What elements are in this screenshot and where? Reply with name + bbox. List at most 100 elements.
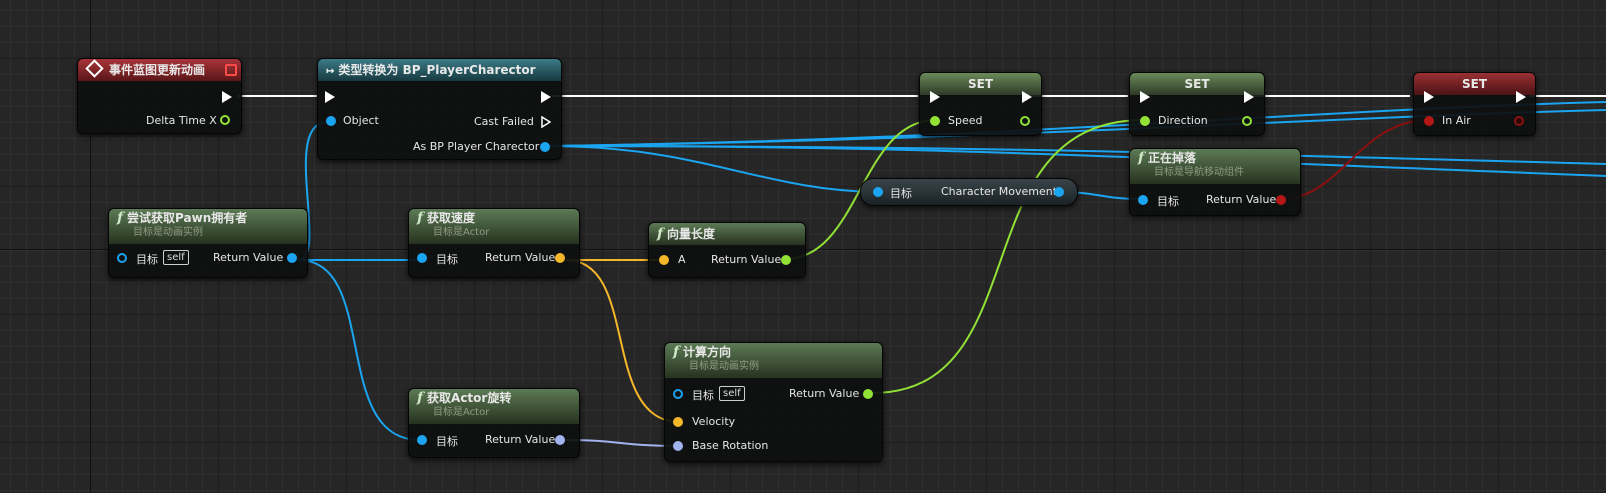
base-rotation-pin[interactable] <box>673 441 683 451</box>
exec-in-pin[interactable] <box>1140 91 1150 103</box>
set-speed-title: SET <box>967 77 994 91</box>
in-air-label: In Air <box>1442 114 1471 127</box>
try-get-pawn-node[interactable]: f 尝试获取Pawn拥有者 目标是动画实例 目标 self Return Valu… <box>108 208 308 278</box>
vector-wire <box>565 259 681 423</box>
object-label: Object <box>343 114 379 127</box>
try-get-pawn-header: f 尝试获取Pawn拥有者 目标是动画实例 <box>109 209 307 244</box>
set-inair-node[interactable]: SET In Air <box>1413 72 1536 136</box>
target-pin[interactable] <box>417 253 427 263</box>
target-label: 目标 <box>890 187 912 200</box>
calc-direction-subtitle: 目标是动画实例 <box>689 361 759 372</box>
as-player-label: As BP Player Charector <box>413 140 540 153</box>
target-pin[interactable] <box>117 253 127 263</box>
target-pin[interactable] <box>417 435 427 445</box>
vector-length-node[interactable]: f 向量长度 A Return Value <box>648 222 806 278</box>
delta-time-label: Delta Time X <box>146 114 217 127</box>
rotator-wire <box>565 439 681 447</box>
function-icon: f <box>417 210 424 226</box>
self-badge: self <box>719 386 745 401</box>
get-rotation-header: f 获取Actor旋转 目标是Actor <box>409 389 579 424</box>
float-wire <box>871 119 1145 394</box>
delta-time-pin[interactable] <box>220 115 230 125</box>
cast-failed-label: Cast Failed <box>474 115 534 128</box>
function-icon: f <box>673 344 680 360</box>
exec-in-pin[interactable] <box>930 91 940 103</box>
function-icon: f <box>417 390 424 406</box>
exec-in-pin[interactable] <box>325 91 335 103</box>
target-pin[interactable] <box>1138 195 1148 205</box>
get-rotation-node[interactable]: f 获取Actor旋转 目标是Actor 目标 Return Value <box>408 388 580 458</box>
return-value-label: Return Value <box>1206 193 1277 206</box>
is-falling-node[interactable]: f 正在掉落 目标是导航移动组件 目标 Return Value <box>1129 148 1301 216</box>
exec-out-pin[interactable] <box>222 91 232 103</box>
cast-node[interactable]: ↦ 类型转换为 BP_PlayerCharector Object Cast Fa… <box>317 58 562 160</box>
get-velocity-node[interactable]: f 获取速度 目标是Actor 目标 Return Value <box>408 208 580 278</box>
exec-in-pin[interactable] <box>1424 91 1434 103</box>
as-player-pin[interactable] <box>540 142 550 152</box>
return-value-label: Return Value <box>485 433 556 446</box>
return-value-pin[interactable] <box>555 253 565 263</box>
return-value-label: Return Value <box>485 251 556 264</box>
object-wire <box>297 259 421 441</box>
object-pin[interactable] <box>326 116 336 126</box>
diamond-icon <box>85 59 104 78</box>
get-velocity-subtitle: 目标是Actor <box>433 227 490 238</box>
try-get-pawn-subtitle: 目标是动画实例 <box>133 227 203 238</box>
function-icon: f <box>117 210 124 226</box>
target-label: 目标 <box>692 389 714 402</box>
vector-length-header: f 向量长度 <box>649 223 805 245</box>
cast-arrow-icon: ↦ <box>326 66 335 77</box>
a-pin[interactable] <box>659 255 669 265</box>
get-rotation-subtitle: 目标是Actor <box>433 407 490 418</box>
event-node[interactable]: 事件蓝图更新动画 Delta Time X <box>77 58 242 134</box>
calc-direction-title: 计算方向 <box>683 345 732 359</box>
cast-failed-pin[interactable] <box>541 115 552 129</box>
target-label: 目标 <box>436 435 458 448</box>
character-movement-out-pin[interactable] <box>1054 187 1064 197</box>
in-air-pin[interactable] <box>1424 116 1434 126</box>
set-direction-node[interactable]: SET Direction <box>1129 72 1265 136</box>
get-velocity-title: 获取速度 <box>427 211 476 225</box>
exec-out-pin[interactable] <box>1244 91 1254 103</box>
return-value-label: Return Value <box>711 253 782 266</box>
return-value-pin[interactable] <box>287 253 297 263</box>
target-label: 目标 <box>136 253 158 266</box>
direction-out-pin[interactable] <box>1242 116 1252 126</box>
calc-direction-node[interactable]: f 计算方向 目标是动画实例 目标 self Return Value Veloc… <box>664 342 883 462</box>
return-value-label: Return Value <box>213 251 284 264</box>
function-icon: f <box>1138 150 1145 166</box>
target-pin[interactable] <box>873 187 883 197</box>
direction-pin[interactable] <box>1140 116 1150 126</box>
direction-label: Direction <box>1158 114 1208 127</box>
cast-node-header: ↦ 类型转换为 BP_PlayerCharector <box>318 59 561 81</box>
velocity-label: Velocity <box>692 415 736 428</box>
return-value-pin[interactable] <box>781 255 791 265</box>
target-pin[interactable] <box>673 389 683 399</box>
is-falling-header: f 正在掉落 目标是导航移动组件 <box>1130 149 1300 184</box>
return-value-pin[interactable] <box>863 389 873 399</box>
set-speed-node[interactable]: SET Speed <box>919 72 1042 136</box>
stop-icon <box>225 64 237 76</box>
set-direction-title: SET <box>1184 77 1210 91</box>
return-value-pin[interactable] <box>1276 195 1286 205</box>
speed-label: Speed <box>948 114 983 127</box>
target-label: 目标 <box>436 253 458 266</box>
cast-node-title: 类型转换为 BP_PlayerCharector <box>338 63 536 77</box>
return-value-label: Return Value <box>789 387 860 400</box>
is-falling-subtitle: 目标是导航移动组件 <box>1154 167 1244 178</box>
in-air-out-pin[interactable] <box>1514 116 1524 126</box>
character-movement-node[interactable]: 目标 Character Movement <box>860 178 1078 206</box>
vector-length-title: 向量长度 <box>667 227 716 241</box>
function-icon: f <box>657 226 664 242</box>
exec-out-pin[interactable] <box>1516 91 1526 103</box>
return-value-pin[interactable] <box>555 435 565 445</box>
calc-direction-header: f 计算方向 目标是动画实例 <box>665 343 882 378</box>
exec-out-pin[interactable] <box>1022 91 1032 103</box>
target-label: 目标 <box>1157 195 1179 208</box>
exec-out-pin[interactable] <box>541 91 551 103</box>
speed-out-pin[interactable] <box>1020 116 1030 126</box>
velocity-pin[interactable] <box>673 417 683 427</box>
a-label: A <box>678 253 686 266</box>
speed-pin[interactable] <box>930 116 940 126</box>
character-movement-label: Character Movement <box>941 185 1058 198</box>
